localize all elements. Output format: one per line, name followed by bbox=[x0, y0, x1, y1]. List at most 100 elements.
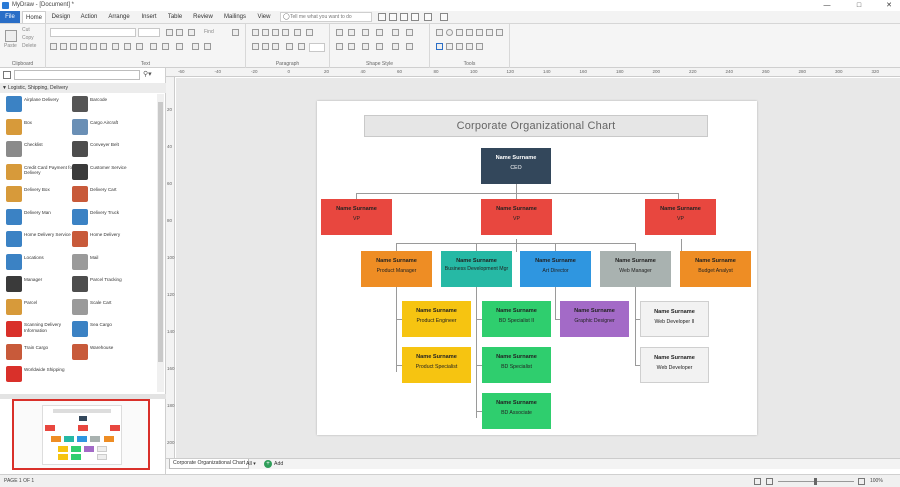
library-search-input[interactable] bbox=[14, 70, 140, 80]
node-ceo[interactable]: Name Surname CEO bbox=[481, 148, 551, 184]
node-product-engineer[interactable]: Name Surname Product Engineer bbox=[402, 301, 471, 337]
shape-item[interactable]: Home Delivery Service bbox=[6, 229, 72, 249]
shape-item[interactable]: Airplane Delivery bbox=[6, 94, 72, 114]
cut-button[interactable]: Cut bbox=[22, 27, 30, 33]
font-size-select[interactable] bbox=[138, 28, 160, 37]
bold-icon[interactable] bbox=[50, 43, 57, 50]
shape-item[interactable]: Warehouse bbox=[72, 342, 138, 362]
shape-item[interactable]: Box bbox=[6, 117, 72, 137]
print-icon[interactable] bbox=[411, 13, 419, 21]
shape-item[interactable]: Home Delivery bbox=[72, 229, 138, 249]
shrink-font-icon[interactable] bbox=[176, 29, 183, 36]
shape-item[interactable]: Scanning Delivery Information bbox=[6, 319, 72, 339]
line-tool-icon[interactable] bbox=[456, 29, 463, 36]
menu-arrange[interactable]: Arrange bbox=[105, 11, 133, 23]
align-top-icon[interactable] bbox=[252, 43, 259, 50]
new-document-icon[interactable] bbox=[378, 13, 386, 21]
grow-font-icon[interactable] bbox=[166, 29, 173, 36]
align-middle-icon[interactable] bbox=[262, 43, 269, 50]
library-scrollbar-thumb[interactable] bbox=[158, 102, 163, 362]
node-bd-specialist-2[interactable]: Name Surname BD Specialist II bbox=[482, 301, 551, 337]
italic-icon[interactable] bbox=[60, 43, 67, 50]
library-grid-icon[interactable] bbox=[3, 71, 11, 79]
zoom-out-icon[interactable] bbox=[766, 478, 773, 485]
curve-tool-icon[interactable] bbox=[486, 29, 493, 36]
text-effects-icon[interactable] bbox=[176, 43, 183, 50]
freeform-tool-icon[interactable] bbox=[456, 43, 463, 50]
open-folder-icon[interactable] bbox=[389, 13, 397, 21]
menu-insert[interactable]: Insert bbox=[137, 11, 161, 23]
outline-dropdown-icon[interactable] bbox=[376, 29, 383, 36]
node-vp-left[interactable]: Name Surname VP bbox=[321, 199, 392, 235]
shape-outline-icon[interactable] bbox=[362, 29, 369, 36]
shape-item[interactable]: Checklist bbox=[6, 139, 72, 159]
indent-icon[interactable] bbox=[286, 43, 293, 50]
shape-item[interactable]: Parcel bbox=[6, 297, 72, 317]
menu-file[interactable]: File bbox=[0, 11, 20, 23]
shape-item[interactable]: Mail bbox=[72, 252, 138, 272]
node-web-manager[interactable]: Name Surname Web Manager bbox=[600, 251, 671, 287]
save-icon[interactable] bbox=[400, 13, 408, 21]
menu-action[interactable]: Action bbox=[77, 11, 101, 23]
numbering-icon[interactable] bbox=[306, 29, 313, 36]
node-web-developer-2[interactable]: Name Surname Web Developer II bbox=[640, 301, 709, 337]
shadow-icon[interactable] bbox=[336, 43, 343, 50]
paragraph-mark-icon[interactable] bbox=[298, 43, 305, 50]
shape-item[interactable]: Delivery Box bbox=[6, 184, 72, 204]
transparency-icon[interactable] bbox=[406, 43, 413, 50]
drawing-canvas[interactable]: Corporate Organizational Chart Name Surn… bbox=[176, 78, 900, 458]
menu-review[interactable]: Review bbox=[190, 11, 216, 23]
align-bottom-icon[interactable] bbox=[272, 43, 279, 50]
shape-item[interactable]: Credit Card Payment for Delivery bbox=[6, 162, 74, 182]
line-weight-icon[interactable] bbox=[362, 43, 369, 50]
add-page-button[interactable]: + Add bbox=[264, 459, 283, 469]
chart-title[interactable]: Corporate Organizational Chart bbox=[364, 115, 708, 137]
library-category-header[interactable]: ▼ Logistic, Shipping, Delivery bbox=[0, 83, 166, 93]
underline-icon[interactable] bbox=[70, 43, 77, 50]
polyline-tool-icon[interactable] bbox=[496, 29, 503, 36]
change-case-icon[interactable] bbox=[112, 43, 119, 50]
shape-item[interactable]: Worldwide Shipping bbox=[6, 364, 72, 384]
corner-style-icon[interactable] bbox=[392, 43, 399, 50]
line-spacing-select[interactable] bbox=[309, 43, 325, 52]
shape-effects-icon[interactable] bbox=[392, 29, 399, 36]
align-left-icon[interactable] bbox=[252, 29, 259, 36]
menu-table[interactable]: Table bbox=[164, 11, 186, 23]
shape-item[interactable]: Sea Cargo bbox=[72, 319, 138, 339]
search-icon[interactable]: ⚲▾ bbox=[143, 70, 161, 80]
shape-item[interactable]: Delivery Man bbox=[6, 207, 72, 227]
quick-styles-icon[interactable] bbox=[406, 29, 413, 36]
shape-item[interactable]: Delivery Truck bbox=[72, 207, 138, 227]
maximize-button[interactable]: □ bbox=[850, 1, 868, 10]
drawing-page[interactable]: Corporate Organizational Chart Name Surn… bbox=[317, 101, 757, 435]
text-outline-icon[interactable] bbox=[162, 43, 169, 50]
node-bd-manager[interactable]: Name Surname Business Development Mgr bbox=[441, 251, 512, 287]
node-product-manager[interactable]: Name Surname Product Manager bbox=[361, 251, 432, 287]
zoom-in-icon[interactable] bbox=[858, 478, 865, 485]
tab-all[interactable]: All ▾ bbox=[246, 459, 256, 469]
redo-icon[interactable] bbox=[440, 13, 448, 21]
shape-item[interactable]: Barcode bbox=[72, 94, 138, 114]
justify-icon[interactable] bbox=[282, 29, 289, 36]
node-bd-specialist[interactable]: Name Surname BD Specialist bbox=[482, 347, 551, 383]
shape-item[interactable]: Conveyer Belt bbox=[72, 139, 138, 159]
close-button[interactable]: ✕ bbox=[880, 1, 898, 10]
node-product-specialist[interactable]: Name Surname Product Specialist bbox=[402, 347, 471, 383]
shape-item[interactable]: Customer Service bbox=[72, 162, 138, 182]
pen-tool-icon[interactable] bbox=[446, 43, 453, 50]
menu-view[interactable]: View bbox=[254, 11, 274, 23]
shape-fill-icon[interactable] bbox=[336, 29, 343, 36]
shape-item[interactable]: Delivery Cart bbox=[72, 184, 138, 204]
text-style-icon[interactable] bbox=[188, 29, 195, 36]
rectangle-tool-icon[interactable] bbox=[436, 29, 443, 36]
text-fill-icon[interactable] bbox=[150, 43, 157, 50]
node-graphic-designer[interactable]: Name Surname Graphic Designer bbox=[560, 301, 629, 337]
paste-icon[interactable] bbox=[5, 30, 17, 42]
node-vp-center[interactable]: Name Surname VP bbox=[481, 199, 552, 235]
font-family-select[interactable] bbox=[50, 28, 136, 37]
line-style-icon[interactable] bbox=[348, 43, 355, 50]
tell-me-search[interactable]: ◯ Tell me what you want to do bbox=[280, 12, 372, 22]
find-button[interactable]: Find bbox=[204, 29, 214, 35]
crop-tool-icon[interactable] bbox=[476, 43, 483, 50]
subscript-icon[interactable] bbox=[90, 43, 97, 50]
